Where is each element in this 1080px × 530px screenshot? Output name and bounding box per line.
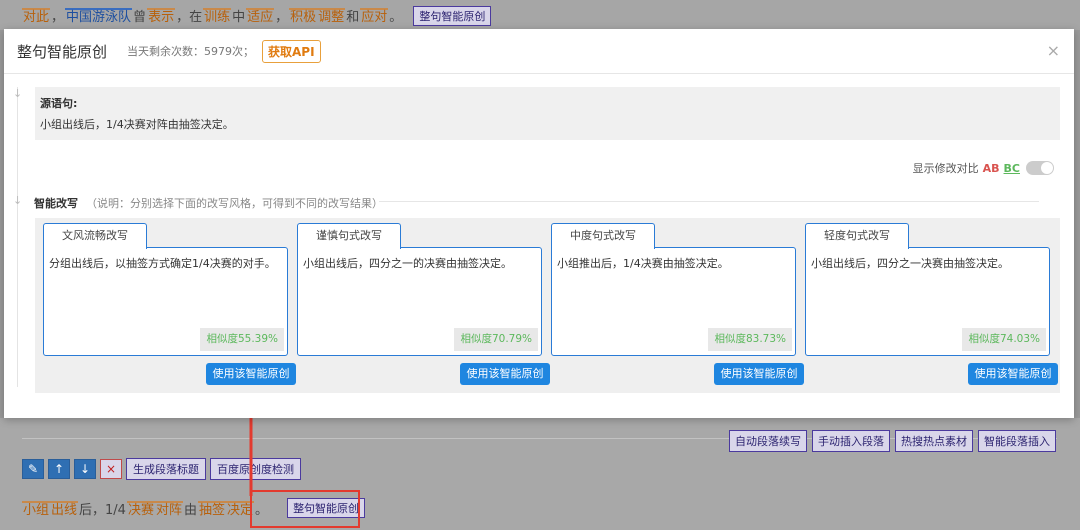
diff-toggle-row: 显示修改对比 AB BC [913,160,1054,176]
generate-title-button[interactable]: 生成段落标题 [126,458,206,480]
arrow-up-icon[interactable]: ↑ [48,459,70,479]
tab-light-style[interactable]: 轻度句式改写 [805,223,909,249]
keyword-token[interactable]: 积极 [289,8,318,25]
keyword-token[interactable]: 出线 [50,500,79,518]
diff-ab-icon: AB [982,161,1000,175]
tab-careful-style[interactable]: 谨慎句式改写 [297,223,401,249]
keyword-token[interactable]: 训练 [203,8,232,25]
rewrite-result[interactable]: 分组出线后，以抽签方式确定1/4决赛的对手。 相似度55.39% [43,247,288,356]
rewrite-card-light: 轻度句式改写 小组出线后，四分之一决赛由抽签决定。 相似度74.03% 使用该智… [797,223,1058,388]
pencil-icon[interactable]: ✎ [22,459,44,479]
sentence-rewrite-button-top[interactable]: 整句智能原创 [413,6,492,26]
text-token: 。 [389,10,403,25]
keyword-token[interactable]: 表示 [147,8,176,25]
rewrite-result[interactable]: 小组推出后，1/4决赛由抽签决定。 相似度83.73% [551,247,796,356]
similarity-badge: 相似度74.03% [962,328,1046,351]
tab-medium-style[interactable]: 中度句式改写 [551,223,655,249]
rewrite-dialog: 整句智能原创 当天剩余次数：5979次； 获取API × ↓ ↓ 源语句: 小组… [4,29,1074,418]
rewrite-result[interactable]: 小组出线后，四分之一决赛由抽签决定。 相似度74.03% [805,247,1050,356]
auto-continue-button[interactable]: 自动段落续写 [729,430,807,452]
annotation-highlight-box [250,490,360,528]
keyword-token[interactable]: 调整 [317,8,346,25]
rewrite-text: 小组推出后，1/4决赛由抽签决定。 [557,257,729,270]
use-rewrite-button[interactable]: 使用该智能原创 [714,363,804,385]
keyword-token[interactable]: 决赛 [126,500,155,518]
source-sentence-box: 源语句: 小组出线后，1/4决赛对阵由抽签决定。 [35,87,1060,140]
editor-top-sentence: 对此，中国游泳队曾表示 ，在 训练中适应，积极 调整和应对。 整句智能原创 [0,0,1080,30]
hot-topics-button[interactable]: 热搜热点素材 [895,430,973,452]
keyword-token[interactable]: 应对 [360,8,389,25]
text-token: 由 [184,502,198,518]
diff-toggle-switch[interactable] [1026,161,1054,175]
keyword-token[interactable]: 适应 [246,8,275,25]
text-token: 中 [232,10,246,25]
ai-rewrite-label: 智能改写 [34,197,78,210]
text-token: 后，1/4 [79,502,126,518]
text-token: 曾 [133,10,147,25]
arrow-down-icon[interactable]: ↓ [74,459,96,479]
keyword-token[interactable]: 对此 [22,8,51,25]
dialog-header: 整句智能原创 当天剩余次数：5979次； 获取API × [4,29,1074,74]
get-api-button[interactable]: 获取API [262,39,321,63]
text-token: 和 [346,10,360,25]
text-token: ，在 [176,10,203,25]
use-rewrite-button[interactable]: 使用该智能原创 [968,363,1058,385]
keyword-token[interactable]: 中国游泳队 [65,8,133,25]
tab-fluent-style[interactable]: 文风流畅改写 [43,223,147,249]
sentence-tools: ✎ ↑ ↓ × 生成段落标题 百度原创度检测 [22,458,301,480]
quota-text: 当天剩余次数：5979次； [127,45,255,58]
dialog-title: 整句智能原创 [17,42,108,61]
keyword-token[interactable]: 小组 [22,500,51,518]
arrow-down-icon: ↓ [13,87,23,100]
similarity-badge: 相似度70.79% [454,328,538,351]
rewrite-text: 小组出线后，四分之一的决赛由抽签决定。 [303,257,512,270]
ai-rewrite-note: （说明：分别选择下面的改写风格，可得到不同的改写结果） [86,197,383,210]
similarity-badge: 相似度55.39% [200,328,284,351]
ai-rewrite-header: 智能改写 （说明：分别选择下面的改写风格，可得到不同的改写结果） [34,195,383,211]
use-rewrite-button[interactable]: 使用该智能原创 [460,363,550,385]
sentence-tokens: 小组 出线 后，1/4 决赛 对阵由抽签 决定。 [22,499,269,518]
rewrite-card-careful: 谨慎句式改写 小组出线后，四分之一的决赛由抽签决定。 相似度70.79% 使用该… [289,223,550,388]
rewrite-card-fluent: 文风流畅改写 分组出线后，以抽签方式确定1/4决赛的对手。 相似度55.39% … [35,223,296,388]
arrow-down-icon: ↓ [13,194,23,207]
diff-bc-icon: BC [1003,161,1020,175]
keyword-token[interactable]: 抽签 [198,500,227,518]
timeline-rail [17,87,18,387]
sentence-tokens: 对此，中国游泳队曾表示 ，在 训练中适应，积极 调整和应对。 [22,8,403,25]
rewrite-text: 小组出线后，四分之一决赛由抽签决定。 [811,257,1009,270]
editor-bottom-area: 自动段落续写 手动插入段落 热搜热点素材 智能段落插入 ✎ ↑ ↓ × 生成段落… [0,418,1080,530]
rewrite-card-medium: 中度句式改写 小组推出后，1/4决赛由抽签决定。 相似度83.73% 使用该智能… [543,223,804,388]
rewrite-result[interactable]: 小组出线后，四分之一的决赛由抽签决定。 相似度70.79% [297,247,542,356]
close-icon[interactable]: × [100,459,122,479]
text-token: ， [275,10,289,25]
divider [379,201,1039,202]
rewrite-cards: 文风流畅改写 分组出线后，以抽签方式确定1/4决赛的对手。 相似度55.39% … [35,218,1060,393]
text-token: ， [51,10,65,25]
source-text: 小组出线后，1/4决赛对阵由抽签决定。 [40,118,234,131]
keyword-token[interactable]: 对阵 [154,500,183,518]
use-rewrite-button[interactable]: 使用该智能原创 [206,363,296,385]
close-icon[interactable]: × [1047,41,1060,60]
paragraph-tools: 自动段落续写 手动插入段落 热搜热点素材 智能段落插入 [729,430,1056,452]
smart-insert-button[interactable]: 智能段落插入 [978,430,1056,452]
rewrite-text: 分组出线后，以抽签方式确定1/4决赛的对手。 [49,257,276,270]
manual-insert-button[interactable]: 手动插入段落 [812,430,890,452]
similarity-badge: 相似度83.73% [708,328,792,351]
source-label: 源语句: [40,97,78,110]
toggle-label: 显示修改对比 [912,162,979,175]
